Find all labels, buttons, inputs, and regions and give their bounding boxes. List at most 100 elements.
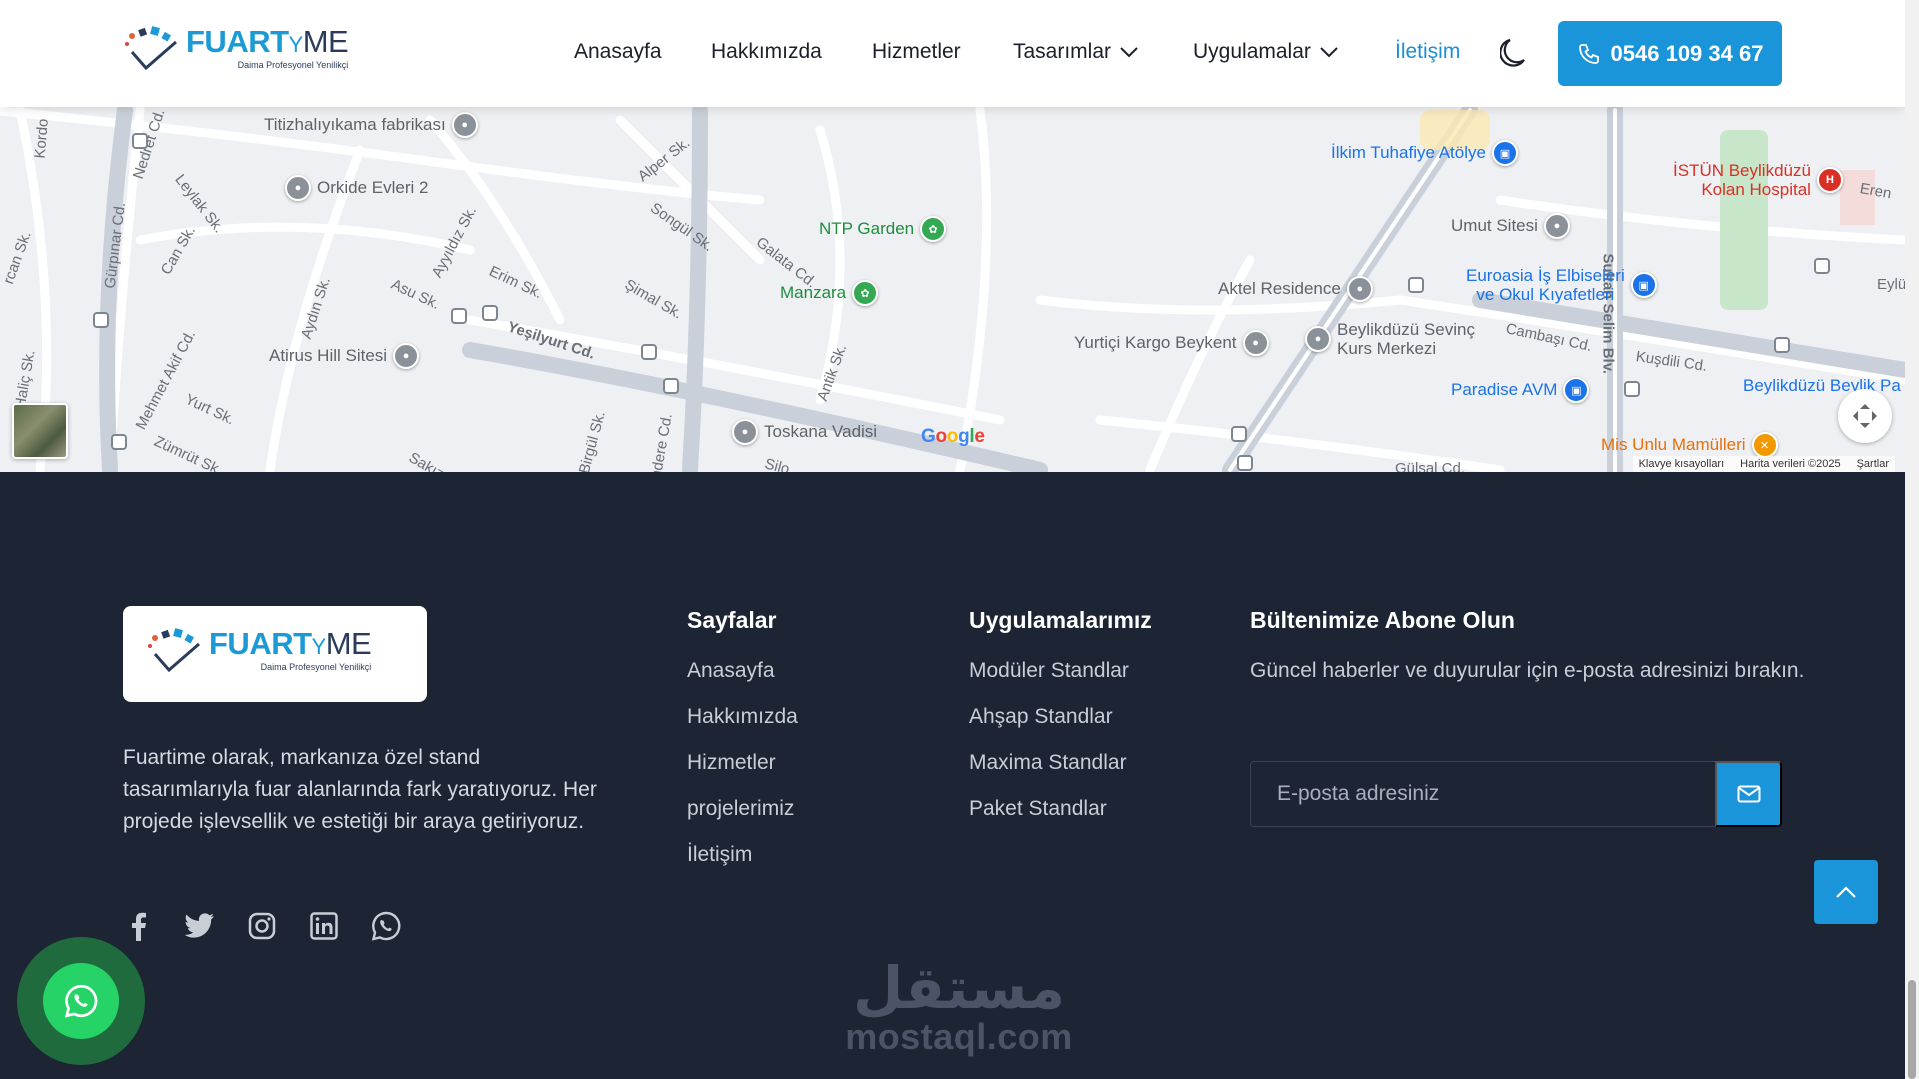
poi-label: Yurtiçi Kargo Beykent xyxy=(1074,333,1237,352)
bus-stop-icon[interactable] xyxy=(1408,277,1424,293)
street-label: Gülsal Cd. xyxy=(1395,460,1466,472)
footer-link[interactable]: Paket Standlar xyxy=(969,797,1152,821)
fullscreen-button[interactable] xyxy=(1838,389,1892,443)
phone-icon xyxy=(1578,43,1599,64)
phone-number: 0546 109 34 67 xyxy=(1610,40,1764,66)
nav-iletisim[interactable]: İletişim xyxy=(1395,40,1460,64)
map-poi[interactable]: ● Yurtiçi Kargo Beykent xyxy=(1074,330,1269,356)
bus-stop-icon[interactable] xyxy=(111,434,127,450)
scrollbar-thumb[interactable] xyxy=(1908,980,1916,1079)
map-poi[interactable]: ● Toskana Vadisi xyxy=(732,419,877,445)
whatsapp-float-button[interactable] xyxy=(17,937,145,1065)
map-poi[interactable]: H İSTÜN Beylikdüzü Kolan Hospital xyxy=(1673,161,1843,199)
footer-link[interactable]: projelerimiz xyxy=(687,797,798,821)
map-poi[interactable]: ● Beylikdüzü Sevinç Kurs Merkezi xyxy=(1305,320,1475,358)
whatsapp-icon[interactable] xyxy=(370,910,402,942)
dark-mode-toggle[interactable] xyxy=(1500,38,1526,68)
location-pin-icon: ● xyxy=(732,419,758,445)
map-poi[interactable]: ▣ Euroasia İş Elbiseleri ve Okul Kıyafet… xyxy=(1466,266,1657,304)
satellite-toggle[interactable] xyxy=(12,403,68,459)
map-poi[interactable]: ● Aktel Residence xyxy=(1218,276,1373,302)
footer-logo[interactable]: FUARTYME Daima Profesyonel Yenilikçi xyxy=(123,606,427,702)
newsletter-email-input[interactable] xyxy=(1250,761,1715,827)
poi-label-line: Kurs Merkezi xyxy=(1337,339,1437,358)
map-poi[interactable]: ✿ Manzara xyxy=(780,280,879,306)
poi-label: İlkim Tuhafiye Atölye xyxy=(1331,143,1486,162)
facebook-icon[interactable] xyxy=(122,910,154,942)
poi-label-line: İSTÜN Beylikdüzü xyxy=(1673,161,1811,180)
bus-stop-icon[interactable] xyxy=(1774,337,1790,353)
chevron-up-icon xyxy=(1836,886,1856,898)
footer-link[interactable]: Hizmetler xyxy=(687,751,798,775)
poi-label-line: Kolan Hospital xyxy=(1701,180,1811,199)
footer-link[interactable]: İletişim xyxy=(687,843,798,867)
location-pin-icon: ● xyxy=(1305,326,1331,352)
bus-stop-icon[interactable] xyxy=(1624,381,1640,397)
twitter-icon[interactable] xyxy=(184,910,216,942)
poi-label: Manzara xyxy=(780,283,847,302)
site-header: FUARTYME Daima Profesyonel Yenilikçi Ana… xyxy=(0,0,1905,107)
poi-label-line: Beylikdüzü Sevinç xyxy=(1337,320,1475,339)
newsletter-form xyxy=(1250,761,1782,827)
poi-label: Euroasia İş Elbiseleri ve Okul Kıyafetle… xyxy=(1466,266,1625,304)
nav-hakkimizda[interactable]: Hakkımızda xyxy=(711,40,822,64)
map-poi[interactable]: ▣ İlkim Tuhafiye Atölye xyxy=(1331,140,1518,166)
map-poi[interactable]: ● Titizhalıyıkama fabrikası xyxy=(264,112,478,138)
map-poi[interactable]: ✕ Mis Unlu Mamülleri xyxy=(1601,432,1778,458)
location-pin-icon: ● xyxy=(285,175,311,201)
footer-apps-column: Uygulamalarımız Modüler Standlar Ahşap S… xyxy=(969,607,1152,843)
street-label: Eylü xyxy=(1877,276,1905,293)
garden-pin-icon: ✿ xyxy=(920,216,947,242)
poi-label: Toskana Vadisi xyxy=(764,422,878,441)
location-pin-icon: ● xyxy=(1543,213,1570,239)
footer-link[interactable]: Anasayfa xyxy=(687,659,798,683)
bus-stop-icon[interactable] xyxy=(482,305,498,321)
poi-label: İSTÜN Beylikdüzü Kolan Hospital xyxy=(1673,161,1811,199)
bus-stop-icon[interactable] xyxy=(451,308,467,324)
poi-label: Aktel Residence xyxy=(1218,279,1341,298)
keyboard-shortcuts-link[interactable]: Klavye kısayolları xyxy=(1639,458,1725,470)
map-poi[interactable]: ▣ Paradise AVM xyxy=(1451,377,1590,403)
bus-stop-icon[interactable] xyxy=(1231,426,1247,442)
nav-hizmetler[interactable]: Hizmetler xyxy=(872,40,961,64)
mail-icon xyxy=(1737,785,1760,803)
instagram-icon[interactable] xyxy=(246,910,278,942)
shopping-pin-icon: ▣ xyxy=(1563,377,1590,403)
bus-stop-icon[interactable] xyxy=(641,344,657,360)
footer-link[interactable]: Modüler Standlar xyxy=(969,659,1152,683)
chevron-down-icon xyxy=(1120,47,1138,58)
linkedin-icon[interactable] xyxy=(308,910,340,942)
footer-link[interactable]: Maxima Standlar xyxy=(969,751,1152,775)
map-data-text: Harita verileri ©2025 xyxy=(1740,458,1841,470)
poi-label: Orkide Evleri 2 xyxy=(317,178,429,197)
nav-tasarimlar[interactable]: Tasarımlar xyxy=(1013,40,1139,64)
location-pin-icon: ● xyxy=(1346,276,1373,302)
footer-link[interactable]: Hakkımızda xyxy=(687,705,798,729)
newsletter-title: Bültenimize Abone Olun xyxy=(1250,607,1515,633)
newsletter-submit-button[interactable] xyxy=(1715,761,1782,827)
social-links xyxy=(122,910,402,942)
nav-uygulamalar[interactable]: Uygulamalar xyxy=(1193,40,1339,64)
bus-stop-icon[interactable] xyxy=(132,133,148,149)
bus-stop-icon[interactable] xyxy=(1237,455,1253,471)
scroll-to-top-button[interactable] xyxy=(1814,860,1878,924)
terms-link[interactable]: Şartlar xyxy=(1857,458,1889,470)
page-scrollbar[interactable] xyxy=(1905,0,1919,1079)
watermark-latin: mostaql.com xyxy=(845,1016,1073,1057)
map-poi[interactable]: ● Atirus Hill Sitesi xyxy=(269,343,420,369)
bus-stop-icon[interactable] xyxy=(663,378,679,394)
bus-stop-icon[interactable] xyxy=(93,312,109,328)
map-poi[interactable]: ● Umut Sitesi xyxy=(1451,213,1570,239)
nav-anasayfa[interactable]: Anasayfa xyxy=(574,40,662,64)
map-poi[interactable]: ✿ NTP Garden xyxy=(819,216,947,242)
hospital-pin-icon: H xyxy=(1816,167,1843,193)
bus-stop-icon[interactable] xyxy=(1814,258,1830,274)
footer-about-text: Fuartime olarak, markanıza özel stand ta… xyxy=(123,746,597,833)
phone-button[interactable]: 0546 109 34 67 xyxy=(1558,21,1782,86)
logo-mark-icon xyxy=(148,628,200,673)
map-poi[interactable]: ● Orkide Evleri 2 xyxy=(285,175,428,201)
fullscreen-icon xyxy=(1853,404,1877,428)
restaurant-pin-icon: ✕ xyxy=(1751,432,1778,458)
footer-link[interactable]: Ahşap Standlar xyxy=(969,705,1152,729)
poi-label-line: ve Okul Kıyafetleri xyxy=(1476,285,1615,304)
